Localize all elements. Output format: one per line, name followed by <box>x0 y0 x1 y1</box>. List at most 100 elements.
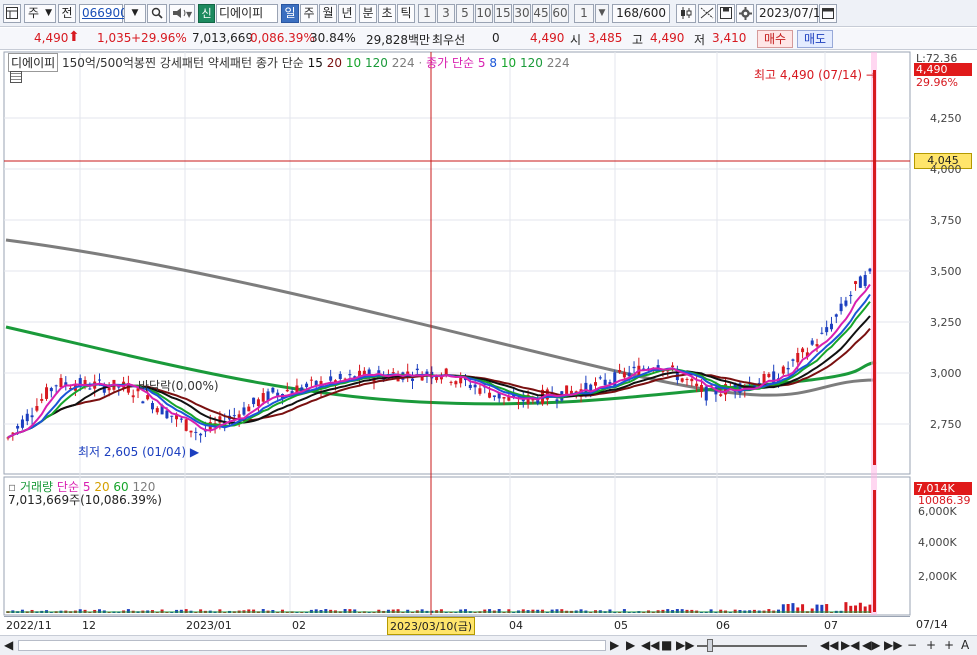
window-layout-icon[interactable] <box>3 4 21 23</box>
scroll-end-icon[interactable]: ▶▶ <box>884 638 902 652</box>
zoom-slider-handle[interactable] <box>707 639 713 652</box>
volume-bar <box>858 602 862 613</box>
interval-5[interactable]: 5 <box>456 4 474 23</box>
code-dropdown-icon[interactable]: ▼ <box>124 4 146 23</box>
volume-bar <box>309 609 313 613</box>
play-icon[interactable]: ▶ <box>626 638 635 652</box>
legend-ma2-10: 10 <box>500 56 517 70</box>
fast-forward-icon[interactable]: ▶▶ <box>676 638 694 652</box>
date-label-04: 04 <box>509 619 523 632</box>
candle-body <box>247 406 251 412</box>
interval-10[interactable]: 10 <box>475 4 493 23</box>
zoom-out-arrows-icon[interactable]: ◀◀ <box>820 638 838 652</box>
gear-icon[interactable] <box>736 4 754 23</box>
candle-body <box>184 419 188 431</box>
zoom-in-icon[interactable]: + <box>926 638 936 652</box>
chart-type-dropdown[interactable]: 주 ▼ <box>24 4 56 23</box>
fit-icon[interactable]: ▶◀ <box>841 638 859 652</box>
candle-body <box>680 378 684 382</box>
volume-bar <box>541 609 545 613</box>
candle-body <box>685 378 689 380</box>
candle-body <box>54 385 58 387</box>
tab-minute[interactable]: 분 <box>359 4 377 23</box>
candle-body <box>348 374 352 376</box>
interval-60[interactable]: 60 <box>551 4 569 23</box>
candle-body <box>199 433 203 436</box>
high-annotation: 최고 4,490 (07/14) → <box>754 66 876 83</box>
interval-30[interactable]: 30 <box>513 4 531 23</box>
interval-45[interactable]: 45 <box>532 4 550 23</box>
scroll-right-icon[interactable]: ▶ <box>610 638 619 652</box>
tab-year[interactable]: 년 <box>338 4 356 23</box>
volume-tick-4000k: 4,000K <box>918 536 957 549</box>
scroll-left-icon[interactable]: ◀ <box>4 638 13 652</box>
candle-body <box>815 344 819 347</box>
candle-body <box>820 332 824 334</box>
low-label: 저 <box>694 33 706 47</box>
price-tick-3750: 3,750 <box>930 214 962 227</box>
candle-body <box>594 382 598 386</box>
stop-icon[interactable]: ■ <box>661 638 672 652</box>
low-annotation: 최저 2,605 (01/04) ▶ <box>78 443 199 460</box>
volume-bar <box>690 609 694 613</box>
tab-month[interactable]: 월 <box>319 4 337 23</box>
candle-style-icon[interactable] <box>676 4 696 23</box>
interval-3[interactable]: 3 <box>437 4 455 23</box>
legend-ma2-label: 종가 단순 <box>426 56 475 70</box>
date-label-07: 07 <box>824 619 838 632</box>
candle-body <box>598 377 602 379</box>
tab-day[interactable]: 일 <box>281 4 299 23</box>
volume-bar <box>406 609 410 613</box>
date-label-2023-01: 2023/01 <box>186 619 232 632</box>
date-label-right: 07/14 <box>916 618 948 631</box>
candle-body <box>858 276 862 288</box>
interval-1[interactable]: 1 <box>418 4 436 23</box>
candle-body <box>810 340 814 345</box>
interval-count-input[interactable]: 1 <box>574 4 594 23</box>
draw-tool-icon[interactable] <box>698 4 716 23</box>
rewind-icon[interactable]: ◀◀ <box>641 638 659 652</box>
font-size-icon[interactable]: A <box>961 638 969 652</box>
expand-icon[interactable]: ◀▶ <box>862 638 880 652</box>
sell-button[interactable]: 매도 <box>797 30 833 48</box>
volume-bar <box>93 609 97 613</box>
current-price: 4,490 <box>34 31 69 45</box>
candle-body <box>16 425 20 429</box>
volume-bar <box>536 609 540 613</box>
price-legend: 디에이피 150억/500억봉찐 강세패턴 약세패턴 종가 단순 15 20 1… <box>8 53 570 72</box>
grid-table-icon[interactable] <box>10 71 22 83</box>
candle-body <box>632 366 636 369</box>
buy-button[interactable]: 매수 <box>757 30 793 48</box>
volume-bar <box>83 609 87 613</box>
search-icon[interactable] <box>147 4 167 23</box>
page-total: /600 <box>639 6 666 20</box>
calendar-icon[interactable] <box>819 4 837 23</box>
interval-15[interactable]: 15 <box>494 4 512 23</box>
zoom-slider[interactable] <box>697 645 807 647</box>
speaker-icon[interactable]: ▼ <box>169 4 195 23</box>
candle-body <box>40 399 44 401</box>
interval-dropdown-icon[interactable]: ▼ <box>595 4 609 23</box>
tab-tick[interactable]: 틱 <box>397 4 415 23</box>
candle-body <box>767 373 771 378</box>
price-volume-chart[interactable] <box>0 50 977 635</box>
legend-stock-name[interactable]: 디에이피 <box>8 53 59 72</box>
tab-second[interactable]: 초 <box>378 4 396 23</box>
prev-button[interactable]: 전 <box>58 4 76 23</box>
chart-area[interactable]: 디에이피 150억/500억봉찐 강세패턴 약세패턴 종가 단순 15 20 1… <box>0 50 977 635</box>
price-change-pct: +29.96% <box>131 31 187 45</box>
stock-code-input[interactable]: 066900 <box>79 4 128 23</box>
candle-body <box>695 383 699 387</box>
volume-bar <box>661 609 665 613</box>
tab-week[interactable]: 주 <box>300 4 318 23</box>
horizontal-scrollbar[interactable] <box>18 640 606 651</box>
page-count-field[interactable]: 168/600 <box>612 4 670 23</box>
stock-name-field[interactable]: 디에이피 <box>216 4 278 23</box>
zoom-reset-icon[interactable]: + <box>944 638 954 652</box>
volume-bar <box>752 609 756 613</box>
candle-body <box>454 381 458 385</box>
candle-body <box>704 386 708 401</box>
date-input[interactable]: 2023/07/14 <box>756 4 828 23</box>
save-icon[interactable] <box>717 4 735 23</box>
zoom-out-icon[interactable]: − <box>907 638 917 652</box>
